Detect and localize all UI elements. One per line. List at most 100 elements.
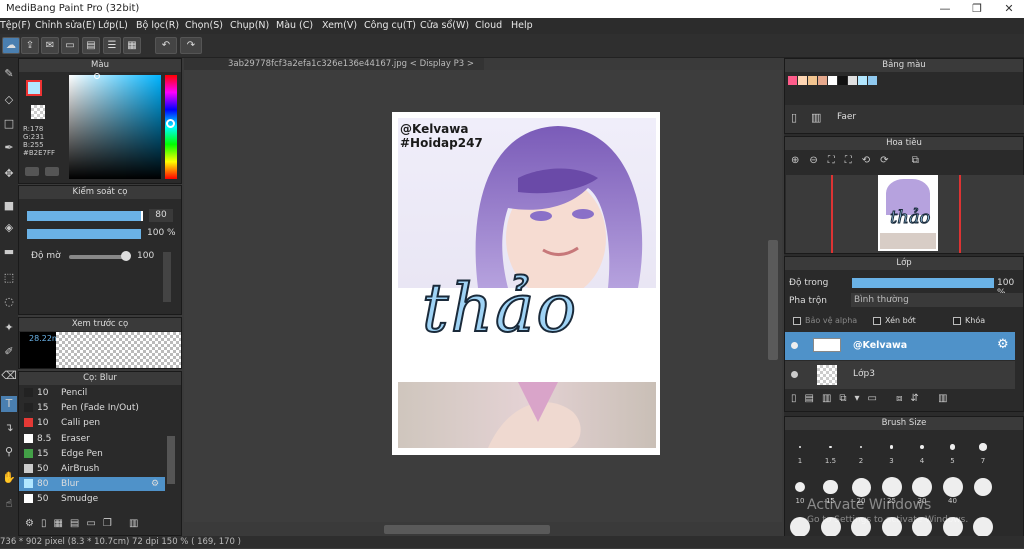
layer-row-selected[interactable]: @Kelvawa ⚙ bbox=[785, 332, 1015, 360]
brush-size-dot[interactable] bbox=[851, 477, 871, 497]
menu-select[interactable]: Chọn(S) bbox=[185, 20, 223, 31]
layer-toolbar[interactable]: ▯▤▥⧉▾▭ ⧈⇵ ▥ bbox=[791, 393, 956, 404]
brush-size-dot[interactable] bbox=[942, 477, 963, 497]
eyedropper-icon[interactable]: ⚲ bbox=[1, 444, 17, 460]
hue-slider[interactable] bbox=[165, 75, 177, 179]
density-handle[interactable] bbox=[121, 251, 131, 261]
hand-tool-icon[interactable]: ✋ bbox=[1, 470, 17, 486]
palette-swatch[interactable] bbox=[848, 76, 857, 85]
canvas-vscroll[interactable] bbox=[768, 240, 778, 360]
eraser-tool-icon[interactable]: ◇ bbox=[1, 92, 17, 108]
undo-icon[interactable]: ↶ bbox=[155, 37, 177, 54]
redo-icon[interactable]: ↷ bbox=[180, 37, 202, 54]
delete-palette-icon[interactable]: ▥ bbox=[811, 111, 821, 124]
brush-list-item[interactable]: 15 Edge Pen bbox=[19, 447, 165, 461]
protect-alpha-checkbox[interactable] bbox=[793, 317, 801, 325]
brush-list-actions[interactable]: ⚙▯▦▤▭❐ ▥ bbox=[25, 518, 145, 529]
brush-tool-icon[interactable]: ✎ bbox=[1, 66, 17, 82]
rect-tool-icon[interactable]: □ bbox=[1, 116, 17, 132]
brush-size-dot[interactable] bbox=[919, 444, 925, 450]
brush-size-dot[interactable] bbox=[974, 478, 992, 496]
add-palette-icon[interactable]: ▯ bbox=[791, 111, 797, 124]
blend-mode-select[interactable]: Bình thường bbox=[851, 293, 1023, 307]
menu-file[interactable]: Tệp(F) bbox=[0, 20, 31, 31]
lock-checkbox[interactable] bbox=[953, 317, 961, 325]
speech-icon[interactable]: ▭ bbox=[61, 37, 79, 54]
layer-visibility-icon[interactable] bbox=[791, 342, 798, 349]
layer-visibility-icon-2[interactable] bbox=[791, 371, 798, 378]
brush-size-dot[interactable] bbox=[949, 444, 956, 450]
brush-list-item[interactable]: 80 Blur ⚙ bbox=[19, 477, 165, 492]
color-mode-button-2[interactable] bbox=[45, 167, 59, 176]
brush-list-item[interactable]: 10 Calli pen bbox=[19, 416, 165, 430]
menu-capture[interactable]: Chụp(N) bbox=[230, 20, 269, 31]
palette-swatch[interactable] bbox=[788, 76, 797, 85]
select-pen-icon[interactable]: ✐ bbox=[1, 344, 17, 360]
fill-rect-icon[interactable]: ■ bbox=[1, 198, 17, 214]
menu-edit[interactable]: Chỉnh sửa(E) bbox=[35, 20, 96, 31]
brush-size-dot[interactable] bbox=[912, 477, 932, 497]
palette-swatch[interactable] bbox=[798, 76, 807, 85]
brush-settings-icon[interactable]: ⚙ bbox=[151, 477, 159, 491]
brush-size-dot[interactable] bbox=[979, 443, 987, 451]
density-slider[interactable] bbox=[69, 255, 129, 259]
brush-list-scrollbar[interactable] bbox=[167, 436, 175, 484]
brush-size-dot[interactable] bbox=[881, 477, 902, 497]
clip-checkbox[interactable] bbox=[873, 317, 881, 325]
layer-row[interactable]: Lớp3 bbox=[785, 361, 1015, 389]
artwork-canvas[interactable]: @Kelvawa #Hoidap247 thảo bbox=[392, 112, 660, 455]
menu-view[interactable]: Xem(V) bbox=[322, 20, 357, 31]
menu-filter[interactable]: Bộ lọc(R) bbox=[136, 20, 179, 31]
canvas-hscroll[interactable] bbox=[384, 525, 550, 534]
bucket-tool-icon[interactable]: ◈ bbox=[1, 220, 17, 236]
text-tool-icon[interactable]: T bbox=[1, 396, 17, 412]
palette-swatch[interactable] bbox=[828, 76, 837, 85]
select-tool-icon[interactable]: ⬚ bbox=[1, 270, 17, 286]
menu-layer[interactable]: Lớp(L) bbox=[98, 20, 128, 31]
page-icon[interactable]: ▤ bbox=[82, 37, 100, 54]
grid-icon[interactable]: ▦ bbox=[123, 37, 141, 54]
background-color-swatch[interactable] bbox=[31, 105, 45, 119]
brush-control-scrollbar[interactable] bbox=[163, 252, 171, 302]
opacity-bar[interactable] bbox=[27, 229, 141, 239]
brush-size-dot[interactable] bbox=[859, 445, 863, 449]
brush-size-bar[interactable] bbox=[27, 211, 141, 221]
menu-window[interactable]: Cửa sổ(W) bbox=[420, 20, 469, 31]
brush-size-dot[interactable] bbox=[829, 445, 832, 449]
brush-size-dot[interactable] bbox=[799, 446, 801, 448]
menu-tools[interactable]: Công cụ(T) bbox=[364, 20, 416, 31]
gradient-tool-icon[interactable]: ▬ bbox=[1, 244, 17, 260]
palette-swatch[interactable] bbox=[858, 76, 867, 85]
brush-size-dot[interactable] bbox=[823, 479, 838, 495]
layer-opacity-bar[interactable] bbox=[852, 278, 994, 288]
page-list-icon[interactable]: ☰ bbox=[103, 37, 121, 54]
comment-icon[interactable]: ✉ bbox=[41, 37, 59, 54]
palette-swatch[interactable] bbox=[818, 76, 827, 85]
brush-list-item[interactable]: 8.5 Eraser bbox=[19, 432, 165, 446]
layer-settings-icon[interactable]: ⚙ bbox=[997, 337, 1009, 352]
select-eraser-icon[interactable]: ⌫ bbox=[1, 368, 17, 384]
minimize-button[interactable]: — bbox=[930, 0, 960, 18]
move-tool-icon[interactable]: ✥ bbox=[1, 166, 17, 182]
palette-swatch[interactable] bbox=[808, 76, 817, 85]
magic-wand-icon[interactable]: ✦ bbox=[1, 320, 17, 336]
lasso-tool-icon[interactable]: ◌ bbox=[1, 294, 17, 310]
brush-list-item[interactable]: 15 Pen (Fade In/Out) bbox=[19, 401, 165, 415]
share-icon[interactable]: ⇪ bbox=[21, 37, 39, 54]
brush-list-item[interactable]: 10 Pencil bbox=[19, 386, 165, 400]
color-mode-button[interactable] bbox=[25, 167, 39, 176]
maximize-button[interactable]: ❐ bbox=[962, 0, 992, 18]
navigator-view[interactable]: thảo bbox=[786, 175, 1024, 253]
navigator-toolbar[interactable]: ⊕⊖⛶⛶⟲⟳ ⧉ bbox=[791, 155, 929, 166]
foreground-color-swatch[interactable] bbox=[26, 80, 42, 96]
menu-color[interactable]: Màu (C) bbox=[276, 20, 313, 31]
saturation-value-picker[interactable] bbox=[69, 73, 161, 179]
divide-tool-icon[interactable]: ↴ bbox=[1, 420, 17, 436]
brush-size-value[interactable]: 80 bbox=[149, 209, 173, 222]
brush-list-item[interactable]: 50 Smudge bbox=[19, 492, 165, 506]
brush-size-dot[interactable] bbox=[973, 517, 993, 537]
close-button[interactable]: ✕ bbox=[994, 0, 1024, 18]
pen-tool-icon[interactable]: ✒ bbox=[1, 140, 17, 156]
menu-help[interactable]: Help bbox=[511, 20, 533, 31]
hand-scroll-icon[interactable]: ☝ bbox=[1, 496, 17, 512]
